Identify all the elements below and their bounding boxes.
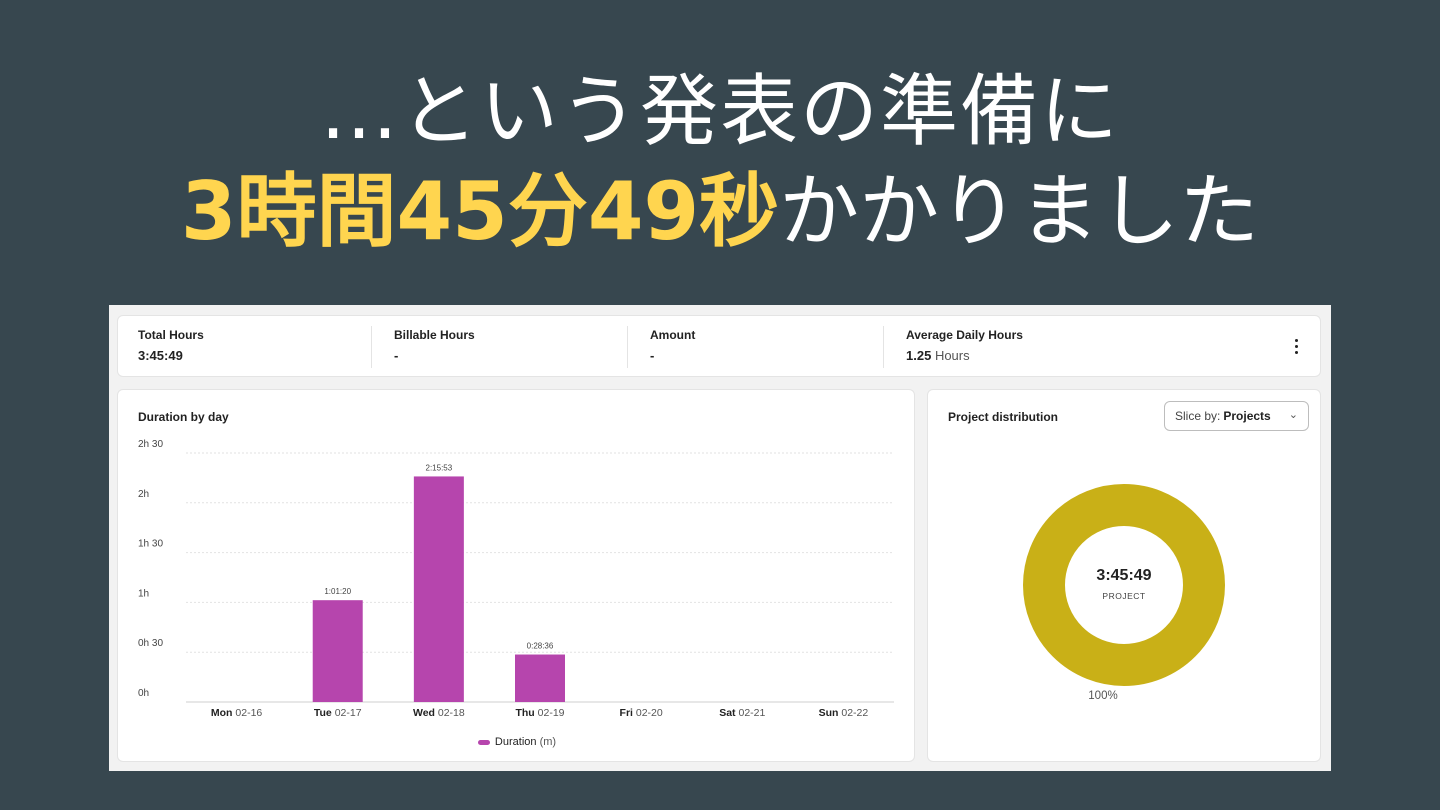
stat-value: 1.25 Hours — [906, 348, 970, 363]
bar-value-label: 1:01:20 — [324, 587, 351, 596]
headline-suffix: かかりました — [779, 165, 1260, 258]
donut-center-value: 3:45:49 — [1096, 567, 1151, 584]
bar — [413, 476, 464, 702]
donut-slice — [1023, 484, 1225, 686]
divider — [371, 326, 372, 368]
report-panel: Total Hours 3:45:49 Billable Hours - Amo… — [109, 305, 1331, 771]
legend-label: Duration — [494, 736, 537, 748]
stat-value-unit: Hours — [934, 348, 970, 363]
stat-value: 3:45:49 — [138, 348, 183, 363]
chart-legend: Duration (m) — [118, 736, 916, 748]
stat-value: - — [394, 348, 398, 363]
stat-billable-hours: Billable Hours - — [374, 316, 630, 378]
stat-value-number: 1.25 — [906, 348, 932, 363]
x-tick-label: Fri 02-20 — [620, 707, 663, 719]
project-donut-chart: 3:45:49 PROJECT 100% — [1023, 484, 1225, 702]
stat-value-number: - — [650, 348, 655, 363]
stat-value-number: - — [394, 348, 399, 363]
stat-label: Average Daily Hours — [906, 328, 1023, 342]
donut-percent-label: 100% — [1088, 690, 1117, 702]
headline-duration: 3時間45分49秒 — [180, 165, 780, 258]
bar — [515, 654, 565, 702]
stat-amount: Amount - — [630, 316, 886, 378]
y-tick-label: 1h — [138, 588, 149, 599]
x-tick-label: Wed 02-18 — [413, 707, 465, 719]
y-tick-label: 0h 30 — [138, 638, 163, 649]
stat-label: Billable Hours — [394, 328, 475, 342]
more-vertical-icon[interactable] — [1290, 334, 1302, 358]
legend-swatch — [477, 739, 490, 745]
duration-bar-chart: 0h 0h 30 1h 1h 30 2h 2h 30 Mon 02-16 1:01:20 Tue… — [138, 439, 894, 719]
stat-value-number: 3:45:49 — [138, 348, 183, 363]
stat-value: - — [650, 348, 654, 363]
stat-label: Total Hours — [138, 328, 204, 342]
duration-by-day-card: Duration by day 0h 0h 30 1h 1h 30 2h 2h 30 Mon… — [117, 389, 915, 762]
x-tick-label: Thu 02-19 — [515, 707, 564, 719]
y-tick-label: 0h — [138, 688, 149, 699]
stat-total-hours: Total Hours 3:45:49 — [118, 316, 374, 378]
bar-value-label: 2:15:53 — [426, 463, 453, 472]
summary-stats-bar: Total Hours 3:45:49 Billable Hours - Amo… — [117, 315, 1321, 377]
x-tick-label: Sun 02-22 — [819, 707, 869, 719]
stat-label: Amount — [650, 328, 696, 342]
stat-average-daily-hours: Average Daily Hours 1.25 Hours — [886, 316, 1186, 378]
headline-line-2: 3時間45分49秒かかりました — [0, 162, 1440, 262]
headline-line-1: …という発表の準備に — [319, 67, 1120, 157]
donut-center-label: PROJECT — [1102, 591, 1145, 601]
project-distribution-card: Project distribution Slice by: Projects ⌄… — [927, 389, 1321, 762]
y-tick-label: 1h 30 — [138, 539, 163, 550]
headline: …という発表の準備に 3時間45分49秒かかりました — [0, 62, 1440, 262]
x-tick-label: Mon 02-16 — [211, 707, 263, 719]
divider — [627, 326, 628, 368]
bar — [312, 600, 363, 702]
bar-value-label: 0:28:36 — [527, 642, 554, 651]
x-tick-label: Tue 02-17 — [314, 707, 362, 719]
y-tick-label: 2h — [138, 489, 149, 500]
legend-unit: (m) — [539, 736, 557, 748]
x-tick-label: Sat 02-21 — [719, 707, 765, 719]
y-tick-label: 2h 30 — [138, 439, 163, 450]
divider — [883, 326, 884, 368]
